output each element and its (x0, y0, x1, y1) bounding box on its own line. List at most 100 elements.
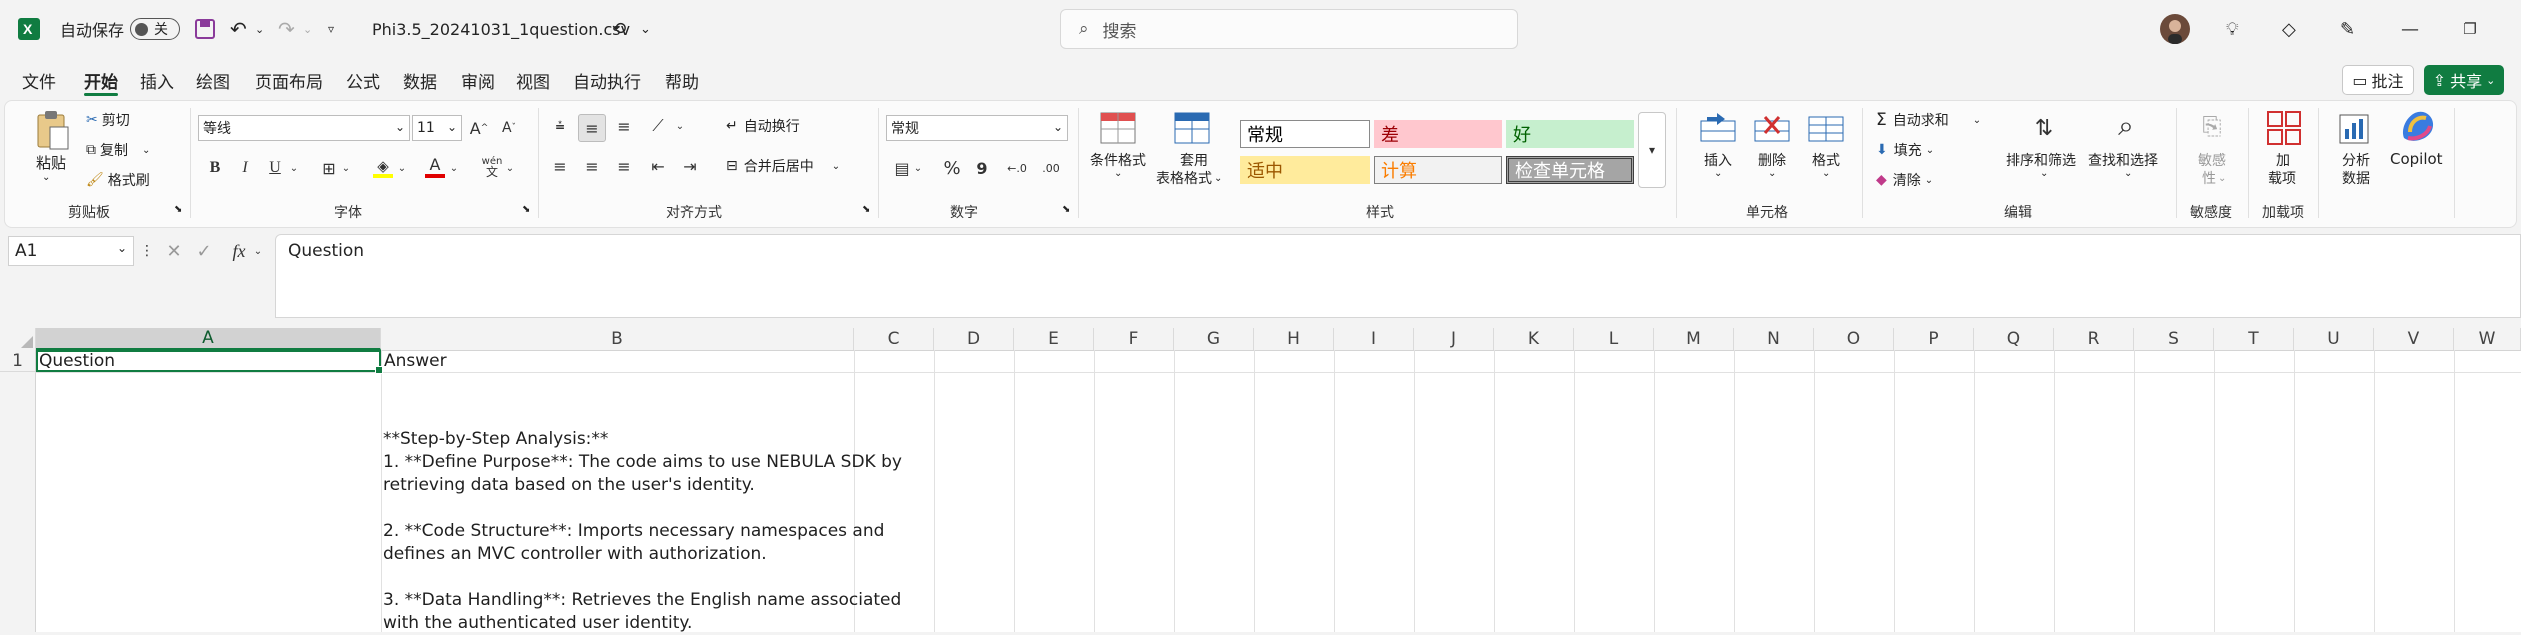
column-header-l[interactable]: L (1574, 328, 1654, 350)
column-header-j[interactable]: J (1414, 328, 1494, 350)
column-header-g[interactable]: G (1174, 328, 1254, 350)
cell-style-check-cell[interactable]: 检查单元格 (1506, 156, 1634, 184)
align-middle-icon[interactable]: ≡ (578, 114, 606, 142)
tab-insert[interactable]: 插入 (140, 62, 174, 98)
tab-file[interactable]: 文件 (22, 62, 56, 98)
tab-page-layout[interactable]: 页面布局 (255, 62, 323, 98)
borders-icon[interactable]: ⊞ (318, 156, 340, 180)
cell-style-calculation[interactable]: 计算 (1374, 156, 1502, 184)
italic-button[interactable]: I (236, 156, 254, 180)
addins-label-2[interactable]: 载项 (2268, 168, 2296, 188)
fill-button[interactable]: ⬇ 填充 ⌄ (1876, 140, 1934, 160)
cut-button[interactable]: ✂ 剪切 (86, 110, 130, 130)
format-cells-button[interactable]: 格式 (1812, 150, 1840, 170)
worksheet-grid[interactable]: A B C D E F G H I J K L M N O P Q R S T … (0, 328, 2521, 635)
paste-icon[interactable] (32, 108, 72, 152)
lightbulb-icon[interactable]: 💡︎ (2226, 0, 2239, 58)
file-menu-chevron-icon[interactable]: ⌄ (640, 0, 651, 58)
align-right-icon[interactable]: ≡ (612, 154, 636, 178)
column-header-n[interactable]: N (1734, 328, 1814, 350)
accounting-chevron-icon[interactable]: ⌄ (912, 156, 924, 180)
clear-button[interactable]: ◆ 清除 ⌄ (1876, 170, 1933, 190)
comma-style-button[interactable]: 9 (972, 156, 992, 180)
fill-color-chevron-icon[interactable]: ⌄ (396, 156, 408, 180)
decrease-font-icon[interactable]: Aˇ (498, 115, 520, 141)
phonetic-chevron-icon[interactable]: ⌄ (504, 156, 516, 180)
name-box[interactable]: A1 ⌄ (8, 236, 134, 266)
delete-cells-button[interactable]: 删除 (1758, 150, 1786, 170)
column-header-o[interactable]: O (1814, 328, 1894, 350)
format-as-table-label-2[interactable]: 表格格式 ⌄ (1156, 168, 1222, 188)
avatar[interactable] (2160, 0, 2190, 58)
insert-function-button[interactable]: fx (226, 238, 252, 264)
addins-icon[interactable] (2264, 108, 2304, 148)
format-painter-button[interactable]: 🖌︎ 格式刷 (86, 170, 150, 190)
accounting-format-icon[interactable]: ▤ (890, 156, 914, 180)
bold-button[interactable]: B (206, 156, 224, 180)
sensitivity-label-2[interactable]: 性 ⌄ (2202, 168, 2226, 188)
column-header-k[interactable]: K (1494, 328, 1574, 350)
format-as-table-label-1[interactable]: 套用 (1180, 150, 1208, 170)
column-header-e[interactable]: E (1014, 328, 1094, 350)
autosum-button[interactable]: Σ 自动求和 ⌄ (1876, 110, 1981, 130)
decrease-decimal-icon[interactable]: .00 (1038, 156, 1064, 180)
conditional-chevron-icon[interactable]: ⌄ (1114, 168, 1122, 179)
alignment-launcher-icon[interactable]: ⬊ (862, 204, 870, 215)
underline-button[interactable]: U (266, 156, 284, 180)
addins-label-1[interactable]: 加 (2276, 150, 2290, 170)
enter-icon[interactable]: ✓ (192, 238, 216, 264)
formula-bar-more-icon[interactable]: ⋮ (140, 238, 154, 264)
find-chevron-icon[interactable]: ⌄ (2124, 168, 2132, 179)
column-header-a[interactable]: A (36, 328, 381, 350)
column-header-p[interactable]: P (1894, 328, 1974, 350)
wrap-text-button[interactable]: ↵ 自动换行 (726, 116, 800, 136)
align-bottom-icon[interactable]: ≡ (612, 114, 636, 138)
diamond-icon[interactable]: ◇ (2282, 0, 2296, 58)
search-box[interactable]: ⌕ 搜索 (1060, 9, 1518, 49)
font-launcher-icon[interactable]: ⬊ (522, 204, 530, 215)
font-color-icon[interactable]: A (424, 154, 446, 180)
orientation-icon[interactable]: ⟋ (646, 114, 670, 138)
cell-b1[interactable]: Answer (384, 351, 447, 371)
font-size-select[interactable]: 11 ⌄ (412, 115, 462, 141)
sensitivity-icon[interactable]: ⎘ (2194, 106, 2230, 146)
column-header-m[interactable]: M (1654, 328, 1734, 350)
column-header-u[interactable]: U (2294, 328, 2374, 350)
cell-style-good[interactable]: 好 (1506, 120, 1634, 148)
column-header-c[interactable]: C (854, 328, 934, 350)
insert-cells-icon[interactable] (1698, 110, 1738, 146)
column-header-i[interactable]: I (1334, 328, 1414, 350)
select-all-corner[interactable] (0, 328, 36, 350)
pen-icon[interactable]: ✎ (2340, 0, 2355, 58)
align-center-icon[interactable]: ≡ (580, 154, 604, 178)
restore-button[interactable]: ❐ (2440, 0, 2500, 58)
tab-data[interactable]: 数据 (403, 62, 437, 98)
cell-b2[interactable]: **Step-by-Step Analysis:** 1. **Define P… (383, 428, 902, 635)
row-header-1[interactable]: 1 (0, 350, 35, 372)
undo-dropdown-icon[interactable]: ⌄ (255, 0, 264, 58)
sync-icon[interactable]: ⟲ (612, 0, 626, 58)
paste-button[interactable]: 粘贴 (36, 152, 66, 173)
orientation-chevron-icon[interactable]: ⌄ (674, 114, 686, 138)
copilot-icon[interactable] (2396, 106, 2440, 146)
column-header-r[interactable]: R (2054, 328, 2134, 350)
column-header-h[interactable]: H (1254, 328, 1334, 350)
number-launcher-icon[interactable]: ⬊ (1062, 204, 1070, 215)
cancel-icon[interactable]: ✕ (162, 238, 186, 264)
column-header-v[interactable]: V (2374, 328, 2454, 350)
format-chevron-icon[interactable]: ⌄ (1822, 168, 1830, 179)
analyze-data-label-1[interactable]: 分析 (2342, 150, 2370, 170)
autosave-toggle[interactable]: 关 (130, 0, 180, 58)
cell-style-neutral[interactable]: 适中 (1240, 156, 1370, 184)
sort-chevron-icon[interactable]: ⌄ (2040, 168, 2048, 179)
tab-help[interactable]: 帮助 (665, 62, 699, 98)
analyze-data-label-2[interactable]: 数据 (2342, 168, 2370, 188)
tab-home[interactable]: 开始 (84, 62, 118, 98)
formula-input[interactable]: Question (275, 234, 2521, 318)
increase-font-icon[interactable]: A ^ (468, 115, 490, 141)
minimize-button[interactable]: — (2380, 0, 2440, 58)
number-format-select[interactable]: 常规 ⌄ (886, 115, 1068, 141)
insert-chevron-icon[interactable]: ⌄ (1714, 168, 1722, 179)
share-button[interactable]: ⇪ 共享 ⌄ (2424, 65, 2504, 95)
merge-center-button[interactable]: ⊟ 合并后居中 ⌄ (726, 156, 840, 176)
